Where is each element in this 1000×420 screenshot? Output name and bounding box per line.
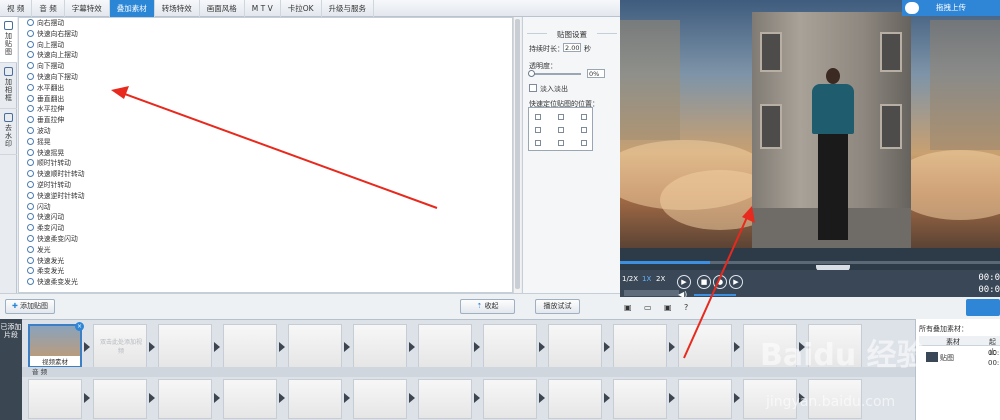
arrow-head-preview [742, 206, 755, 223]
arrow-to-preview [683, 214, 749, 359]
annotation-arrows [111, 86, 755, 359]
arrow-to-list [121, 92, 438, 209]
arrow-head-list [111, 86, 129, 99]
